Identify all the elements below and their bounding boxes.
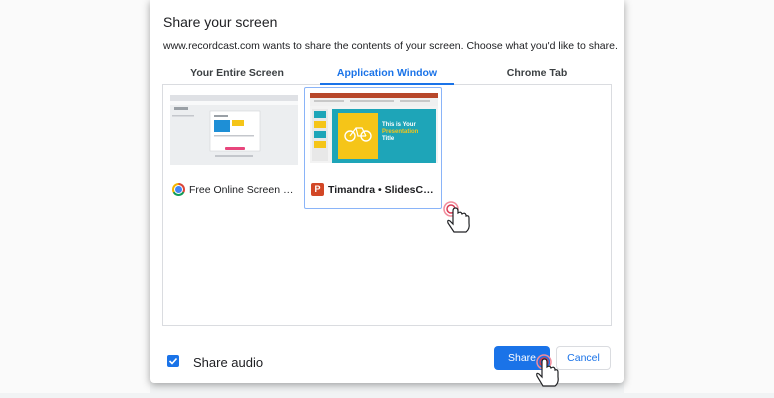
tab-entire-screen[interactable]: Your Entire Screen [162,62,312,84]
source-label-row: P Timandra • SlidesCar... [311,183,437,196]
source-label-row: Free Online Screen Re... [172,183,298,196]
dialog-title: Share your screen [163,14,278,30]
page-backdrop-left [0,0,150,393]
source-item-powerpoint-window[interactable]: This is Your Presentation Title P Timand… [304,87,442,209]
slide-title-line2: Presentation [382,129,419,135]
chrome-icon [172,183,185,196]
tab-chrome-tab[interactable]: Chrome Tab [462,62,612,84]
source-item-browser-window[interactable]: Free Online Screen Re... [166,89,302,209]
source-label: Free Online Screen Re... [189,183,298,196]
share-audio-checkbox[interactable] [167,355,179,367]
page-backdrop-right [624,0,774,393]
source-list-panel: Free Online Screen Re... This is Your Pr… [162,85,612,326]
hand-cursor-icon [532,353,568,398]
dialog-subtitle: www.recordcast.com wants to share the co… [163,40,618,52]
source-thumbnail: This is Your Presentation Title [310,93,438,163]
source-tabs: Your Entire Screen Application Window Ch… [162,62,612,85]
slide-title-text: This is Your Presentation Title [382,122,418,143]
tab-application-window[interactable]: Application Window [312,62,462,85]
powerpoint-icon: P [311,183,324,196]
source-thumbnail [170,95,298,165]
slide-title-line3: Title [382,136,395,142]
share-audio-label: Share audio [193,355,264,370]
source-label: Timandra • SlidesCar... [328,183,437,196]
share-screen-dialog: Share your screen www.recordcast.com wan… [150,0,624,383]
slide-title-line1: This is Your [382,122,416,128]
hand-cursor-icon [440,200,480,239]
